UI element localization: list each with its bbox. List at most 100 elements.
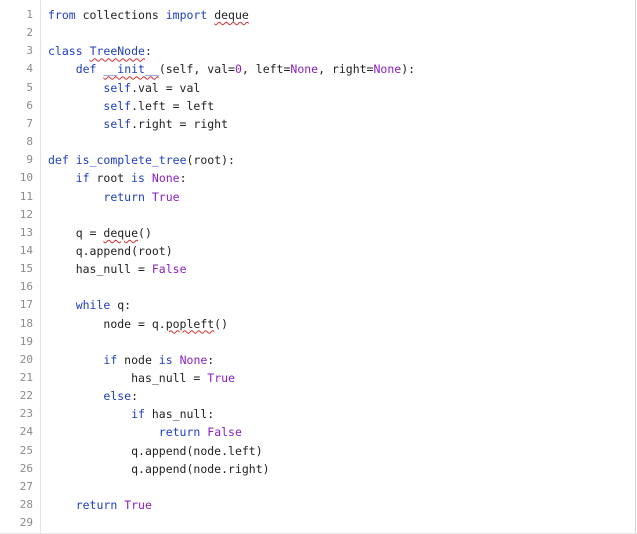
code-line[interactable]: 17 while q: <box>0 296 636 314</box>
code-token: is <box>158 352 173 367</box>
code-text[interactable]: while q: <box>48 296 131 314</box>
code-token: has_null = <box>131 371 208 385</box>
code-line[interactable]: 29 <box>0 514 636 532</box>
code-token: from <box>48 8 76 22</box>
code-token: self <box>103 80 132 95</box>
line-number: 12 <box>19 207 33 221</box>
code-text[interactable]: if node is None: <box>48 351 214 369</box>
code-token: return <box>75 498 118 513</box>
code-token: None <box>179 352 208 367</box>
code-token: def <box>75 62 97 77</box>
code-token: () <box>214 316 229 331</box>
code-line[interactable]: 19 <box>0 333 636 351</box>
code-text[interactable]: def __init__(self, val=0, left=None, rig… <box>48 60 415 78</box>
code-token: if <box>103 352 118 367</box>
code-text[interactable]: q.append(root) <box>48 242 173 260</box>
code-text[interactable]: class TreeNode: <box>48 42 152 60</box>
code-line[interactable]: 14 q.append(root) <box>0 242 636 260</box>
line-number: 3 <box>26 44 33 58</box>
code-line[interactable]: 11 return True <box>0 188 636 206</box>
code-token: return <box>158 425 201 440</box>
code-line[interactable]: 7 self.right = right <box>0 115 636 133</box>
editor-right-border <box>635 0 636 534</box>
code-text[interactable]: node = q.popleft() <box>48 315 228 333</box>
code-token: root <box>89 171 132 186</box>
code-line[interactable]: 10 if root is None: <box>0 169 636 187</box>
code-line[interactable]: 15 has_null = False <box>0 260 636 278</box>
code-token: None <box>290 62 319 77</box>
code-text[interactable]: has_null = True <box>48 369 235 387</box>
code-line[interactable]: 28 return True <box>0 496 636 514</box>
code-text[interactable]: from collections import deque <box>48 6 249 24</box>
line-number: 4 <box>26 62 33 76</box>
code-line[interactable]: 4 def __init__(self, val=0, left=None, r… <box>0 60 636 78</box>
code-token: True <box>124 498 152 513</box>
line-number: 7 <box>26 116 33 130</box>
code-token: q = <box>75 225 104 240</box>
line-number: 9 <box>26 153 33 167</box>
code-line[interactable]: 13 q = deque() <box>0 224 636 242</box>
code-text[interactable]: q.append(node.left) <box>48 442 263 460</box>
code-token: 0 <box>234 62 242 77</box>
code-text[interactable]: return True <box>48 496 152 514</box>
flagged-token: __init__ <box>103 62 159 77</box>
code-line[interactable]: 5 self.val = val <box>0 79 636 97</box>
code-token: q.append(node.left) <box>131 443 263 458</box>
code-line[interactable]: 21 has_null = True <box>0 369 636 387</box>
code-line[interactable]: 1 from collections import deque <box>0 6 636 24</box>
flagged-token: deque <box>214 8 249 22</box>
code-text[interactable]: q.append(node.right) <box>48 460 269 478</box>
code-line[interactable]: 20 if node is None: <box>0 351 636 369</box>
code-text[interactable]: self.left = left <box>48 97 214 115</box>
code-line[interactable]: 9 def is_complete_tree(root): <box>0 151 636 169</box>
code-line[interactable]: 25 q.append(node.left) <box>0 442 636 460</box>
code-token: q: <box>110 298 132 313</box>
code-token: class <box>48 44 83 59</box>
code-text[interactable]: if has_null: <box>48 405 214 423</box>
code-text[interactable]: self.val = val <box>48 79 200 97</box>
code-line[interactable]: 23 if has_null: <box>0 405 636 423</box>
code-text[interactable]: else: <box>48 387 138 405</box>
code-text[interactable]: self.right = right <box>48 115 228 133</box>
line-number: 18 <box>19 316 33 330</box>
code-line[interactable]: 24 return False <box>0 423 636 441</box>
code-token: .left = left <box>131 98 215 113</box>
code-line[interactable]: 18 node = q.popleft() <box>0 315 636 333</box>
code-line[interactable]: 3 class TreeNode: <box>0 42 636 60</box>
code-editor[interactable]: 1 from collections import deque 2 3 class Tr… <box>0 0 637 534</box>
code-text[interactable]: has_null = False <box>48 260 187 278</box>
line-number: 11 <box>19 189 33 203</box>
line-number: 26 <box>19 461 33 475</box>
code-token: : <box>131 389 139 404</box>
code-text[interactable]: return False <box>48 423 242 441</box>
line-number: 8 <box>26 135 33 149</box>
code-line[interactable]: 27 <box>0 478 636 496</box>
code-line[interactable]: 26 q.append(node.right) <box>0 460 636 478</box>
line-number: 21 <box>19 371 33 384</box>
code-line[interactable]: 12 <box>0 206 636 224</box>
code-text[interactable]: q = deque() <box>48 224 152 242</box>
code-token: q.append(root) <box>75 243 173 258</box>
code-token: False <box>151 262 187 277</box>
code-text[interactable]: return True <box>48 188 179 206</box>
code-token: return <box>103 189 145 204</box>
code-token: : <box>144 44 152 59</box>
flagged-token: TreeNode <box>89 44 145 59</box>
line-number: 6 <box>26 98 33 112</box>
code-line[interactable]: 6 self.left = left <box>0 97 636 115</box>
code-token: has_null: <box>144 407 215 422</box>
code-line[interactable]: 8 <box>0 133 636 151</box>
code-token: True <box>207 371 235 385</box>
code-line[interactable]: 2 <box>0 24 636 42</box>
code-line[interactable]: 22 else: <box>0 387 636 405</box>
code-line[interactable]: 16 <box>0 278 636 296</box>
code-text[interactable]: def is_complete_tree(root): <box>48 151 235 169</box>
code-token: .val = val <box>131 80 201 95</box>
code-token: else <box>103 389 132 404</box>
code-text[interactable]: if root is None: <box>48 169 187 187</box>
line-number: 20 <box>19 352 33 366</box>
code-token: self <box>103 116 132 131</box>
